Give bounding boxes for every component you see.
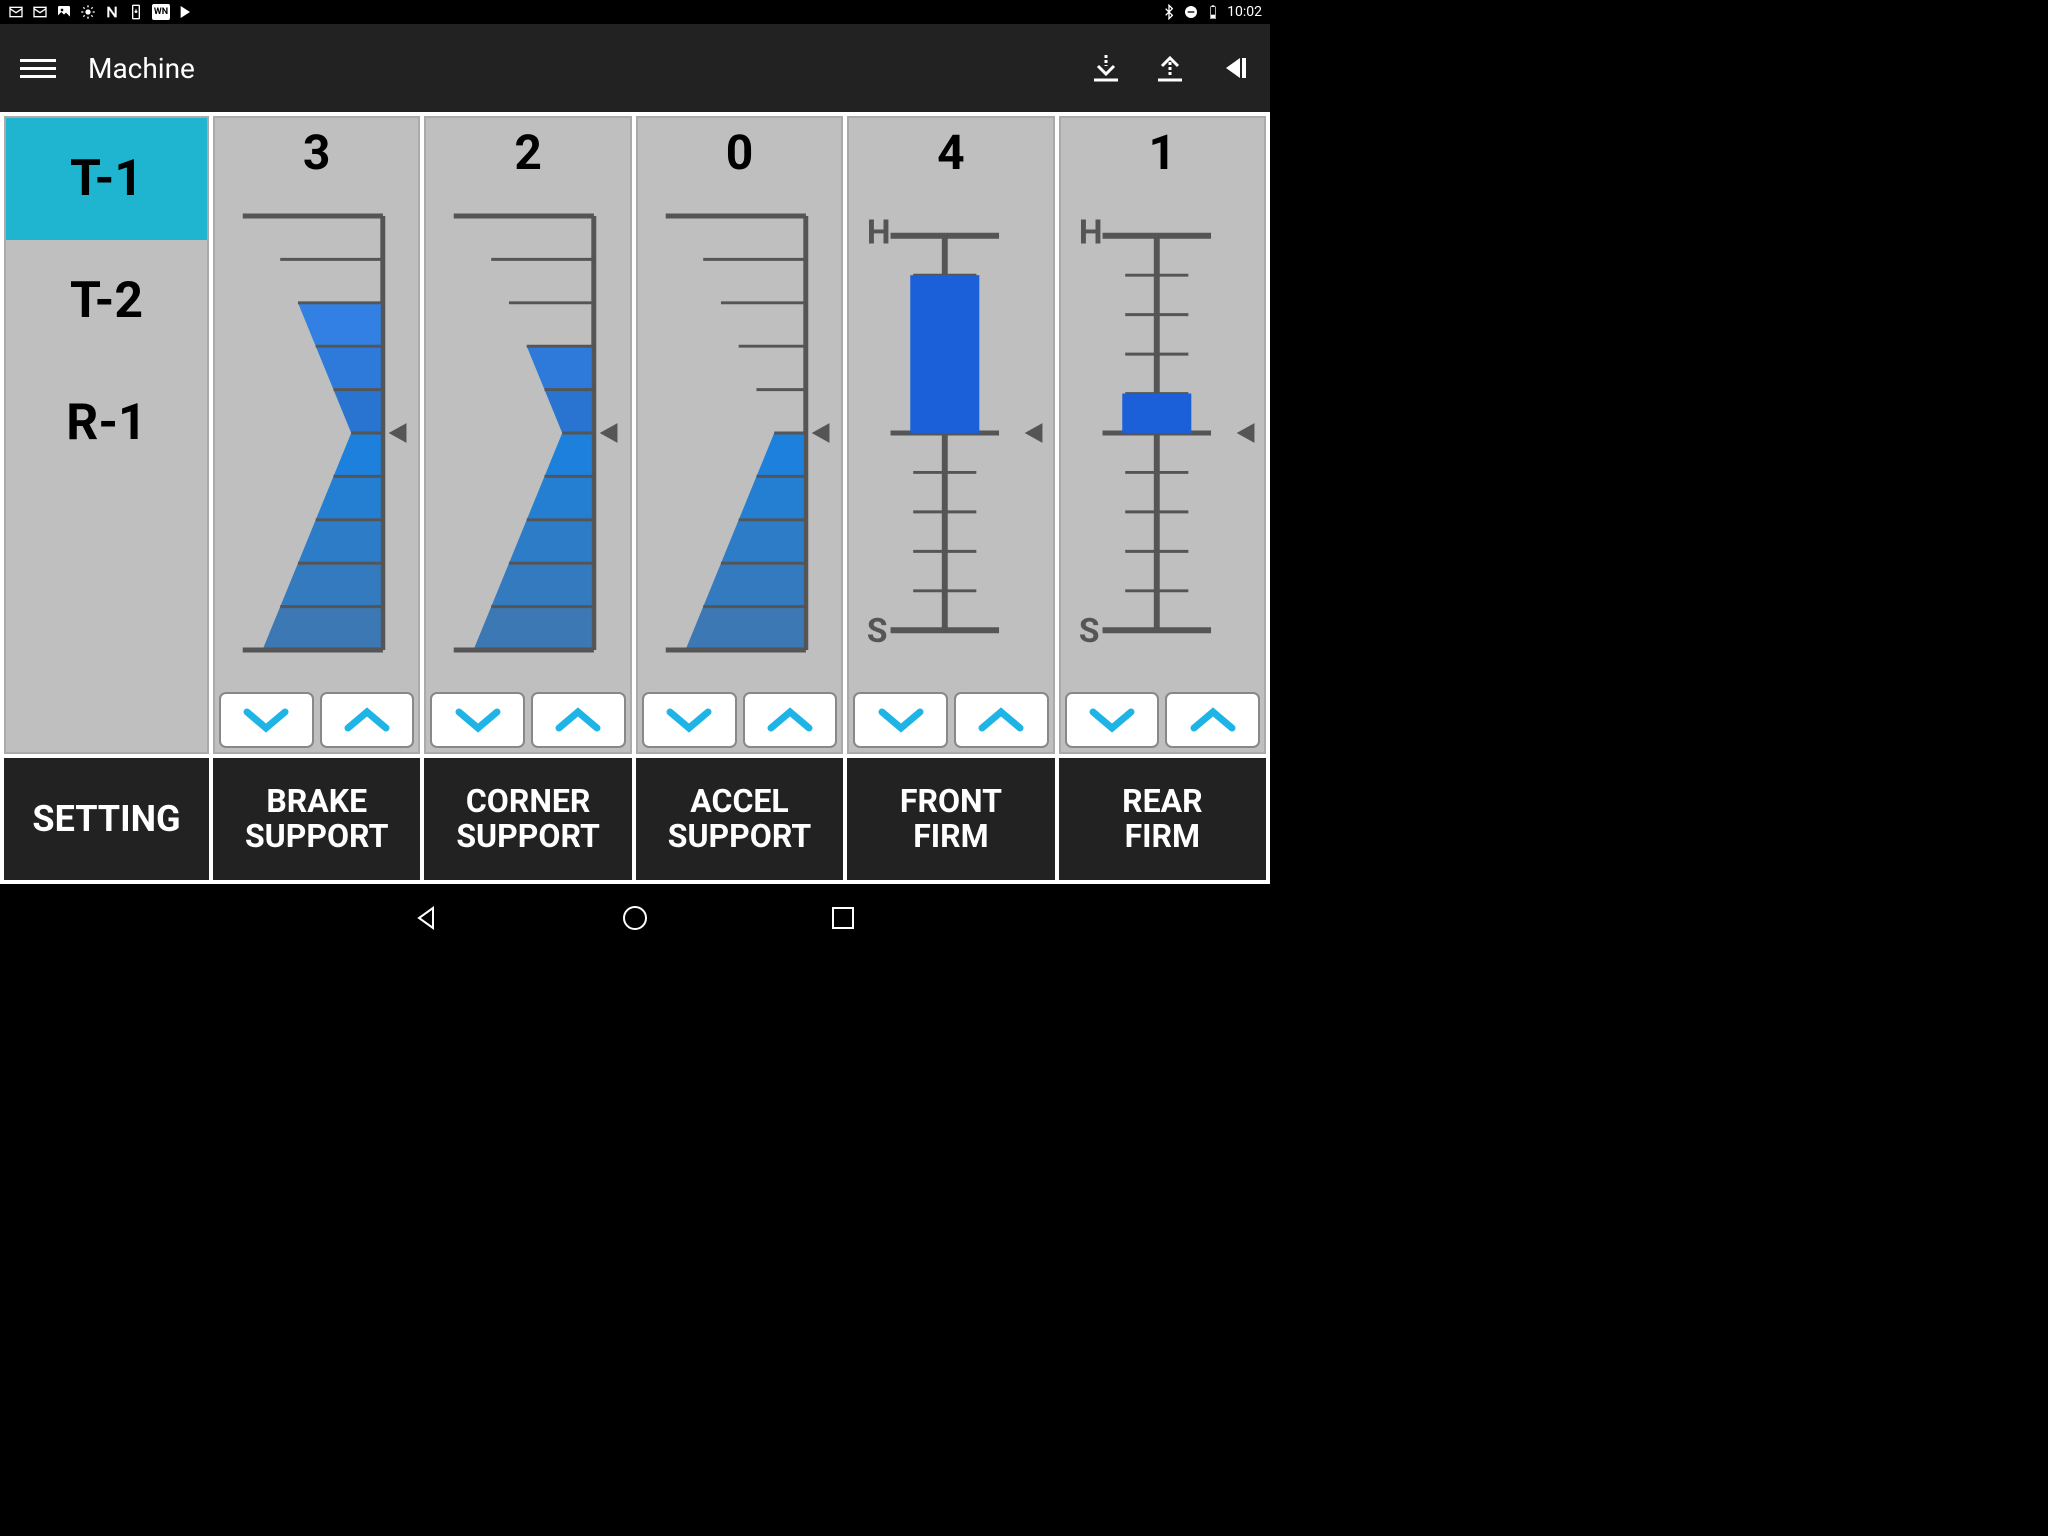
dnd-icon	[1183, 4, 1199, 20]
app-bar: Machine	[0, 24, 1270, 112]
control-label: FRONT FIRM	[847, 758, 1054, 880]
decrease-button[interactable]	[642, 692, 737, 748]
sidebar-column: T-1 T-2 R-1 SETTING	[4, 116, 209, 880]
control-value: 0	[642, 124, 837, 178]
decrease-button[interactable]	[1065, 692, 1160, 748]
status-time: 10:02	[1227, 4, 1262, 20]
gmail-icon	[32, 4, 48, 20]
nav-bar	[0, 884, 1270, 952]
svg-text:S: S	[1078, 612, 1099, 651]
menu-button[interactable]	[20, 59, 56, 78]
fan-gauge[interactable]	[223, 182, 410, 684]
decrease-button[interactable]	[219, 692, 314, 748]
brightness-icon	[80, 4, 96, 20]
preset-r1-button[interactable]: R-1	[6, 362, 207, 484]
status-left: WN	[8, 4, 194, 20]
decrease-button[interactable]	[430, 692, 525, 748]
battery-icon	[1205, 4, 1221, 20]
control-label: REAR FIRM	[1059, 758, 1266, 880]
play-store-icon	[178, 4, 194, 20]
increase-button[interactable]	[320, 692, 415, 748]
control-panel: 4HS	[847, 116, 1054, 754]
fan-gauge[interactable]	[646, 182, 833, 684]
preset-panel: T-1 T-2 R-1	[4, 116, 209, 754]
control-column-2: 0 ACCEL SUPPORT	[636, 116, 843, 880]
n-letter-icon	[104, 4, 120, 20]
control-column-0: 3 BRAKE SUPPORT	[213, 116, 420, 880]
control-value: 1	[1065, 124, 1260, 178]
increase-button[interactable]	[954, 692, 1049, 748]
svg-text:H: H	[1078, 214, 1102, 253]
increase-button[interactable]	[531, 692, 626, 748]
mail-outline-icon	[8, 4, 24, 20]
decrease-button[interactable]	[853, 692, 948, 748]
control-value: 4	[853, 124, 1048, 178]
control-value: 2	[430, 124, 625, 178]
slider-gauge[interactable]: HS	[857, 182, 1044, 684]
control-column-1: 2 CORNER SUPPORT	[424, 116, 631, 880]
svg-text:H: H	[867, 214, 891, 253]
increase-button[interactable]	[1165, 692, 1260, 748]
recent-button[interactable]	[829, 904, 857, 932]
wn-icon: WN	[152, 4, 170, 20]
slider-gauge[interactable]: HS	[1069, 182, 1256, 684]
download-button[interactable]	[1090, 52, 1122, 84]
control-panel: 1HS	[1059, 116, 1266, 754]
preset-t1-button[interactable]: T-1	[6, 118, 207, 240]
image-icon	[56, 4, 72, 20]
control-label: CORNER SUPPORT	[424, 758, 631, 880]
preset-t2-button[interactable]: T-2	[6, 240, 207, 362]
control-label: BRAKE SUPPORT	[213, 758, 420, 880]
back-button[interactable]	[413, 904, 441, 932]
app-title: Machine	[88, 52, 1090, 85]
system-update-icon	[128, 4, 144, 20]
setting-label: SETTING	[4, 758, 209, 880]
status-right: 10:02	[1161, 4, 1262, 20]
home-button[interactable]	[621, 904, 649, 932]
svg-text:S: S	[867, 612, 888, 651]
bluetooth-icon	[1161, 4, 1177, 20]
fan-gauge[interactable]	[434, 182, 621, 684]
upload-button[interactable]	[1154, 52, 1186, 84]
collapse-button[interactable]	[1218, 52, 1250, 84]
control-panel: 2	[424, 116, 631, 754]
control-panel: 0	[636, 116, 843, 754]
control-column-4: 1HSREAR FIRM	[1059, 116, 1266, 880]
control-label: ACCEL SUPPORT	[636, 758, 843, 880]
control-panel: 3	[213, 116, 420, 754]
control-value: 3	[219, 124, 414, 178]
status-bar: WN 10:02	[0, 0, 1270, 24]
control-column-3: 4HSFRONT FIRM	[847, 116, 1054, 880]
main-content: T-1 T-2 R-1 SETTING 3 BRAKE SUPPORT 2 CORNE…	[0, 112, 1270, 884]
increase-button[interactable]	[743, 692, 838, 748]
